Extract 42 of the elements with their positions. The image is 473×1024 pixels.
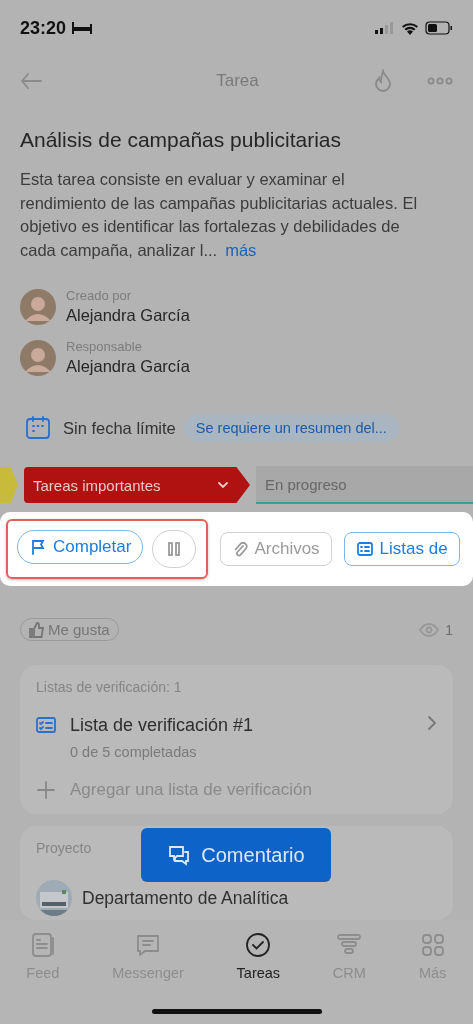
pause-icon [167,541,182,557]
thumbs-up-icon [29,621,45,638]
signal-icon [375,22,395,34]
wifi-icon [401,21,419,35]
bed-icon [72,22,93,34]
back-icon [20,72,42,90]
flame-icon [373,69,393,93]
status-field[interactable]: En progreso [256,466,473,504]
files-button[interactable]: Archivos [220,532,332,566]
task-description: Esta tarea consiste en evaluar y examinar el rendimiento de las campañas publicitarias actuales. El objetivo es identificar las fortalezas y debilidades de cada campaña, analizar l... más [20,169,419,261]
stage-dropdown[interactable]: Tareas importantes [24,467,250,503]
view-count: 1 [445,621,453,638]
comment-button[interactable]: Comentario [141,828,331,882]
eye-icon [419,622,440,637]
flag-icon [29,538,47,556]
screen-title: Tarea [215,71,260,91]
avatar [20,339,56,376]
pause-button[interactable] [152,530,197,568]
calendar-icon [25,415,51,441]
checklist-title[interactable]: Lista de verificación #1 [70,715,413,736]
status-time: 23:20 [20,17,67,39]
complete-button[interactable]: Completar [17,530,144,564]
checklist-icon [36,715,56,735]
task-title: Análisis de campañas publicitarias [20,128,342,152]
person-name[interactable]: Alejandra García [66,357,190,376]
tab-bar-item[interactable]: Tareas [230,930,287,992]
result-tag[interactable]: Se requiere un resumen del... [183,414,399,442]
more-link[interactable]: más [225,240,257,259]
more-icon [427,77,453,85]
plus-icon [36,780,56,800]
deadline-text[interactable]: Sin fecha límite [63,418,176,438]
checklist-icon [355,540,374,558]
paperclip-icon [232,540,249,558]
chevron-right-icon [427,715,437,731]
person-name[interactable]: Alejandra García [66,306,190,325]
avatar [20,288,56,325]
chevron-down-icon [218,482,228,488]
chat-bubbles-icon [167,843,192,867]
project-name[interactable]: Departamento de Analítica [82,887,289,909]
checklists-button[interactable]: Listas de [343,532,460,566]
battery-icon [425,21,453,35]
check-icon [244,931,273,959]
